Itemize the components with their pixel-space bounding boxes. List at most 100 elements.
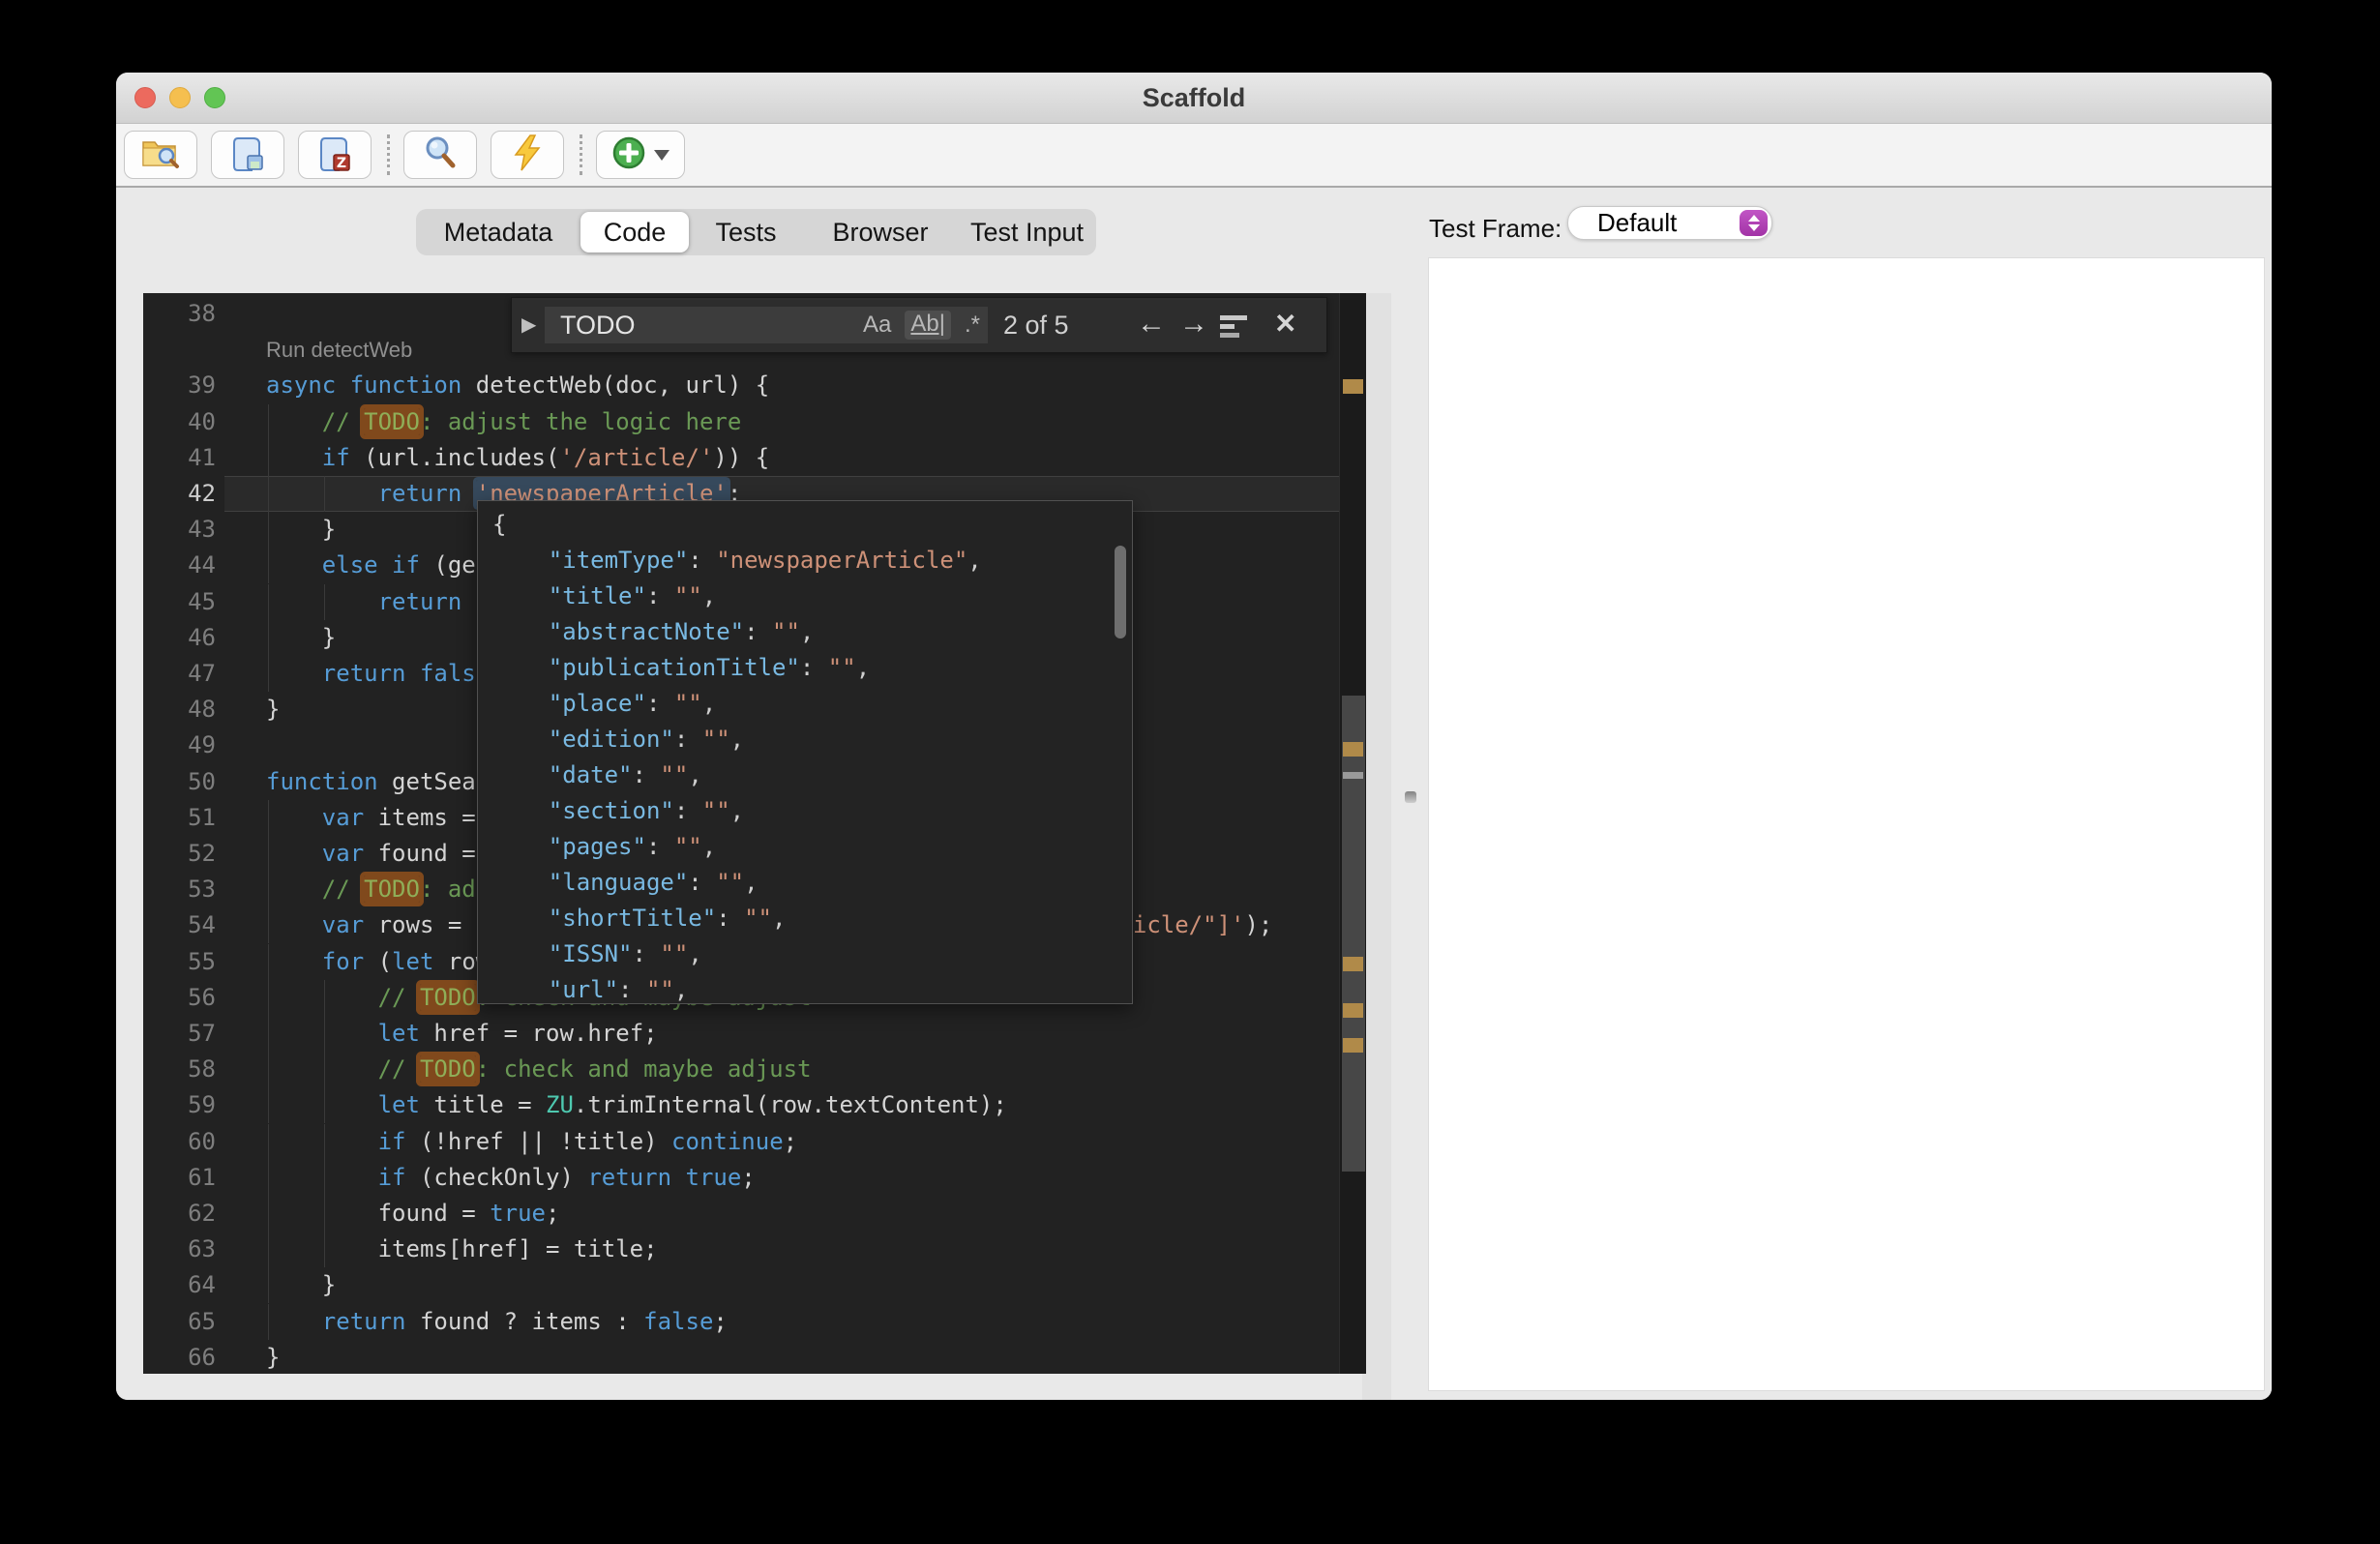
tooltip-json-line: "place": "",	[478, 686, 1132, 722]
tooltip-scrollbar-thumb[interactable]	[1115, 546, 1126, 638]
code-row: 61 if (checkOnly) return true;	[143, 1160, 1339, 1197]
code-line: if (!href || !title) continue;	[266, 1124, 797, 1160]
toolbar-separator	[580, 134, 582, 175]
run-do-web-button[interactable]	[491, 131, 564, 179]
search-match-mark	[1343, 742, 1363, 757]
tooltip-json-line: "pages": "",	[478, 829, 1132, 865]
tooltip-lines: { "itemType": "newspaperArticle", "title…	[478, 501, 1132, 1004]
tooltip-json-line: "section": "",	[478, 793, 1132, 829]
whole-word-toggle[interactable]: Ab|	[905, 311, 951, 340]
line-number: 59	[143, 1087, 216, 1123]
code-row: 64 }	[143, 1267, 1339, 1304]
code-line: // TODO: adjust the logic here	[266, 404, 741, 440]
next-match-button[interactable]: →	[1179, 298, 1208, 350]
line-number: 65	[143, 1304, 216, 1340]
close-find-button[interactable]: ✕	[1274, 298, 1296, 350]
test-frame-dropdown[interactable]: Default	[1567, 206, 1772, 240]
line-number: 45	[143, 584, 216, 620]
line-number: 49	[143, 727, 216, 763]
previous-match-button[interactable]: ←	[1137, 298, 1166, 350]
tab-test-input[interactable]: Test Input	[958, 209, 1096, 255]
test-frame-label: Test Frame:	[1429, 214, 1562, 244]
find-bar: ▶ Aa Ab| .* 2 of 5 ← → ✕	[511, 297, 1327, 353]
code-row: 57 let href = row.href;	[143, 1016, 1339, 1053]
line-number: 51	[143, 800, 216, 836]
toolbar-separator	[387, 134, 390, 175]
tab-code[interactable]: Code	[580, 212, 689, 252]
highlight-all-icon[interactable]	[1220, 315, 1247, 341]
open-translator-button[interactable]	[124, 131, 197, 179]
line-number: 41	[143, 440, 216, 476]
tooltip-json-line: {	[478, 507, 1132, 543]
code-row: 65 return found ? items : false;	[143, 1304, 1339, 1341]
line-number: 52	[143, 836, 216, 872]
line-number: 44	[143, 548, 216, 583]
lightning-icon	[511, 134, 544, 176]
code-line: if (checkOnly) return true;	[266, 1160, 756, 1196]
tab-bar: Metadata Code Tests Browser Test Input	[416, 209, 1096, 255]
line-number: 63	[143, 1232, 216, 1267]
line-number: 56	[143, 980, 216, 1016]
save-translator-button[interactable]	[211, 131, 284, 179]
annotation-gutter[interactable]	[1339, 293, 1366, 1374]
tooltip-json-line: "language": "",	[478, 865, 1132, 901]
line-number: 48	[143, 692, 216, 727]
line-number: 40	[143, 404, 216, 440]
tab-browser[interactable]: Browser	[803, 209, 958, 255]
line-number: 64	[143, 1267, 216, 1303]
code-row: 40 // TODO: adjust the logic here	[143, 404, 1339, 441]
tab-tests[interactable]: Tests	[689, 209, 803, 255]
detect-button[interactable]	[403, 131, 477, 179]
search-input-field[interactable]	[558, 310, 849, 341]
code-line: }	[266, 1340, 280, 1374]
run-detectweb-code-lens[interactable]: Run detectWeb	[266, 332, 412, 368]
tooltip-json-line: "shortTitle": "",	[478, 901, 1132, 936]
editor-scrollbar-thumb[interactable]	[1342, 696, 1365, 1172]
new-template-button[interactable]	[596, 131, 685, 179]
match-count: 2 of 5	[1003, 298, 1069, 352]
code-line: }	[266, 620, 336, 656]
code-editor[interactable]: 38Run detectWeb39async function detectWe…	[143, 293, 1366, 1374]
search-match-mark	[1343, 957, 1363, 971]
line-number: 47	[143, 656, 216, 692]
tab-metadata[interactable]: Metadata	[416, 209, 580, 255]
magnifier-icon	[423, 135, 458, 175]
line-number: 54	[143, 907, 216, 943]
line-number: 62	[143, 1196, 216, 1232]
match-case-toggle[interactable]: Aa	[863, 312, 891, 339]
line-number: 57	[143, 1016, 216, 1052]
test-frame-selected-value: Default	[1597, 207, 1677, 239]
code-line: }	[266, 512, 336, 548]
line-number: 50	[143, 764, 216, 800]
window-title: Scaffold	[116, 73, 2272, 124]
line-number: 42	[143, 476, 216, 512]
scroll-zotero-icon: Z	[317, 134, 352, 176]
line-number: 38	[143, 296, 216, 332]
code-line: if (url.includes('/article/')) {	[266, 440, 769, 476]
code-line: // TODO: check and maybe adjust	[266, 1052, 812, 1087]
code-line: }	[266, 692, 280, 727]
tooltip-json-line: "edition": "",	[478, 722, 1132, 757]
title-bar[interactable]: Scaffold	[116, 73, 2272, 124]
search-input[interactable]: Aa Ab| .*	[545, 307, 988, 343]
tooltip-json-line: "itemType": "newspaperArticle",	[478, 543, 1132, 579]
code-row: 41 if (url.includes('/article/')) {	[143, 440, 1339, 477]
line-number: 60	[143, 1124, 216, 1160]
code-line: return found ? items : false;	[266, 1304, 728, 1340]
find-disclosure-triangle[interactable]: ▶	[521, 298, 536, 352]
code-line: return false;	[266, 656, 504, 692]
code-row: 66}	[143, 1340, 1339, 1374]
line-number: 66	[143, 1340, 216, 1374]
code-line: let href = row.href;	[266, 1016, 658, 1052]
line-number: 58	[143, 1052, 216, 1087]
regex-toggle[interactable]: .*	[965, 312, 980, 339]
pane-splitter-grabber[interactable]	[1405, 791, 1416, 803]
code-line: async function detectWeb(doc, url) {	[266, 368, 769, 403]
folder-search-icon	[141, 136, 180, 174]
browser-panel[interactable]	[1428, 257, 2265, 1391]
main-content: Metadata Code Tests Browser Test Input 3…	[116, 188, 2272, 1400]
save-to-zotero-button[interactable]: Z	[298, 131, 372, 179]
code-line: items[href] = title;	[266, 1232, 658, 1267]
search-match-mark	[1343, 379, 1363, 394]
popup-stepper-icon	[1740, 210, 1768, 236]
